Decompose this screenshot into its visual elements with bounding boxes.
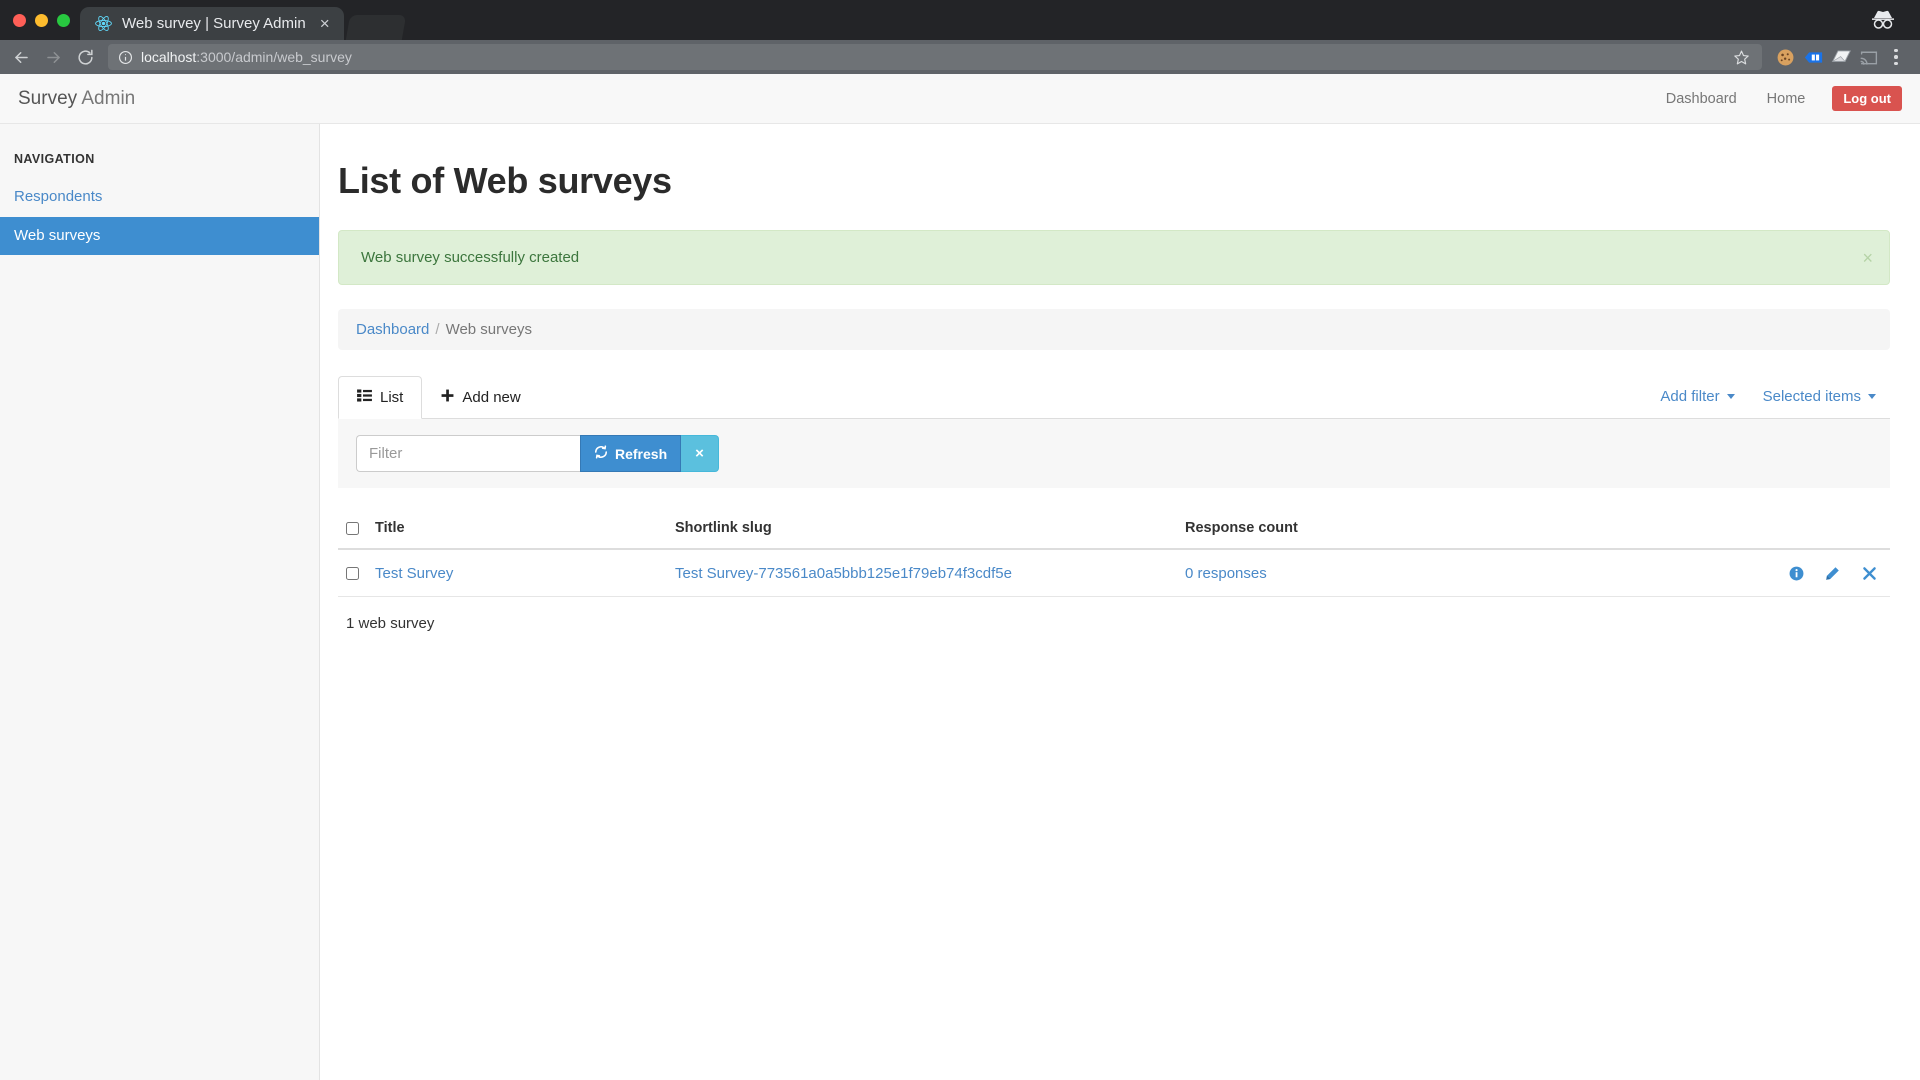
breadcrumb: Dashboard / Web surveys: [338, 309, 1890, 350]
window-controls: [0, 14, 80, 40]
sidebar: NAVIGATION Respondents Web surveys: [0, 124, 320, 1080]
pencil-icon[interactable]: [1820, 562, 1846, 584]
body-split: NAVIGATION Respondents Web surveys List …: [0, 124, 1920, 1080]
navbar-right: Dashboard Home Log out: [1651, 74, 1902, 124]
filter-input-group: Refresh ×: [356, 435, 719, 472]
url-host: localhost: [141, 49, 197, 65]
column-header-title[interactable]: Title: [367, 510, 667, 550]
cookie-extension-icon[interactable]: [1772, 44, 1798, 70]
main-content: List of Web surveys Web survey successfu…: [320, 124, 1920, 1080]
row-checkbox[interactable]: [346, 567, 359, 581]
column-header-actions: [1760, 510, 1890, 550]
bookmark-star-icon[interactable]: [1730, 46, 1752, 68]
browser-window: Web survey | Survey Admin × localhost:30…: [0, 0, 1920, 1080]
chevron-down-icon: [1726, 394, 1735, 399]
tab-list[interactable]: List: [338, 376, 423, 419]
site-information-icon[interactable]: [118, 50, 133, 65]
cell-actions: [1760, 549, 1890, 597]
row-select-cell: [338, 549, 367, 597]
tab-title: Web survey | Survey Admin: [122, 15, 306, 32]
cell-title: Test Survey: [367, 549, 667, 597]
list-icon: [357, 389, 372, 406]
filter-panel: Refresh ×: [338, 419, 1890, 488]
column-header-shortlink-slug[interactable]: Shortlink slug: [667, 510, 1177, 550]
select-all-checkbox[interactable]: [346, 521, 359, 535]
sidebar-header: NAVIGATION: [14, 152, 95, 166]
browser-tab[interactable]: Web survey | Survey Admin ×: [80, 7, 344, 40]
selected-items-label: Selected items: [1762, 388, 1861, 405]
nav-link-dashboard[interactable]: Dashboard: [1651, 74, 1752, 124]
url-path: :3000/admin/web_survey: [196, 49, 352, 65]
close-tab-button[interactable]: ×: [315, 14, 335, 34]
app-brand[interactable]: Survey Admin: [18, 88, 135, 110]
survey-title-link[interactable]: Test Survey: [375, 565, 453, 582]
table-header-row: Title Shortlink slug Response count: [338, 510, 1890, 550]
reload-button[interactable]: [70, 43, 100, 71]
table-body: Test Survey Test Survey-773561a0a5bbb125…: [338, 549, 1890, 597]
minimize-window-button[interactable]: [35, 14, 48, 27]
filter-input[interactable]: [356, 435, 580, 472]
chevron-down-icon: [1868, 394, 1876, 399]
nav-link-home[interactable]: Home: [1752, 74, 1821, 124]
new-tab-button[interactable]: [345, 15, 406, 40]
app-navbar: Survey Admin Dashboard Home Log out: [0, 74, 1920, 124]
close-window-button[interactable]: [13, 14, 26, 27]
maximize-window-button[interactable]: [57, 14, 70, 27]
alert-close-button[interactable]: ×: [1862, 249, 1873, 267]
react-logo-favicon: [94, 14, 113, 33]
chrome-menu-icon[interactable]: [1884, 44, 1908, 70]
table-row: Test Survey Test Survey-773561a0a5bbb125…: [338, 549, 1890, 597]
brand-strong: Survey: [18, 87, 78, 109]
success-alert: Web survey successfully created ×: [338, 230, 1890, 285]
tab-add-new[interactable]: Add new: [422, 376, 539, 419]
refresh-label: Refresh: [615, 445, 668, 462]
cell-response-count: 0 responses: [1177, 549, 1760, 597]
response-count-link[interactable]: 0 responses: [1185, 565, 1267, 582]
info-icon[interactable]: [1784, 562, 1810, 584]
alert-message: Web survey successfully created: [361, 249, 580, 266]
blue-extension-icon[interactable]: [1800, 44, 1826, 70]
cast-icon[interactable]: [1856, 44, 1882, 70]
url-text: localhost:3000/admin/web_survey: [141, 49, 1722, 65]
page-viewport: Survey Admin Dashboard Home Log out NAVI…: [0, 74, 1920, 1080]
table-head: Title Shortlink slug Response count: [338, 510, 1890, 550]
brand-light: Admin: [81, 87, 136, 109]
close-icon[interactable]: [1856, 562, 1882, 584]
breadcrumb-current: Web surveys: [445, 321, 532, 338]
tabs-row: List Add new Add filter Selected items: [338, 376, 1890, 419]
survey-slug-link[interactable]: Test Survey-773561a0a5bbb125e1f79eb74f3c…: [675, 565, 1012, 582]
forward-button[interactable]: [38, 43, 68, 71]
breadcrumb-link-dashboard[interactable]: Dashboard: [356, 321, 429, 338]
plus-icon: [441, 389, 454, 406]
mail-extension-icon[interactable]: [1828, 44, 1854, 70]
refresh-button[interactable]: Refresh: [580, 435, 682, 472]
add-filter-label: Add filter: [1660, 388, 1720, 405]
add-filter-dropdown[interactable]: Add filter: [1646, 385, 1748, 408]
surveys-table: Title Shortlink slug Response count Test…: [338, 510, 1890, 597]
refresh-icon: [594, 445, 608, 462]
tab-add-new-label: Add new: [462, 389, 521, 406]
column-header-response-count[interactable]: Response count: [1177, 510, 1760, 550]
page-title: List of Web surveys: [338, 160, 672, 201]
logout-button[interactable]: Log out: [1832, 86, 1902, 111]
sidebar-item-web-surveys[interactable]: Web surveys: [0, 216, 319, 255]
table-footer-count: 1 web survey: [346, 615, 435, 632]
select-all-header: [338, 510, 367, 550]
clear-filter-button[interactable]: ×: [681, 435, 719, 472]
back-button[interactable]: [6, 43, 36, 71]
tabs-right: Add filter Selected items: [1646, 385, 1890, 418]
browser-toolbar: localhost:3000/admin/web_survey: [0, 40, 1920, 74]
breadcrumb-separator: /: [435, 321, 440, 338]
sidebar-item-respondents[interactable]: Respondents: [0, 178, 319, 217]
browser-titlebar: Web survey | Survey Admin ×: [0, 0, 1920, 40]
tab-list-label: List: [380, 389, 404, 406]
address-bar[interactable]: localhost:3000/admin/web_survey: [108, 44, 1762, 70]
selected-items-dropdown[interactable]: Selected items: [1749, 385, 1890, 408]
cell-slug: Test Survey-773561a0a5bbb125e1f79eb74f3c…: [667, 549, 1177, 597]
incognito-icon: [1868, 6, 1898, 32]
